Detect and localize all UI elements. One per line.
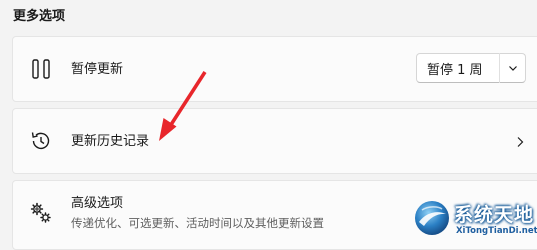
chevron-down-icon[interactable]: [500, 62, 525, 74]
chevron-right-icon: [513, 134, 527, 148]
watermark-title: 系统天地: [454, 204, 535, 226]
advanced-options-description: 传递优化、可选更新、活动时间以及其他更新设置: [71, 216, 324, 230]
pause-duration-dropdown[interactable]: 暂停 1 周: [416, 53, 526, 83]
gears-icon: [29, 201, 53, 225]
pause-duration-value: 暂停 1 周: [427, 62, 483, 78]
advanced-options-title: 高级选项: [71, 196, 124, 211]
pause-updates-card: 暂停更新 暂停 1 周: [12, 36, 537, 102]
watermark-url: XiTongTianDi.net: [456, 226, 537, 236]
update-history-card[interactable]: 更新历史记录: [12, 108, 537, 174]
pause-icon: [29, 57, 53, 81]
history-icon: [29, 129, 53, 153]
watermark-logo-icon: [412, 198, 452, 238]
update-history-title: 更新历史记录: [71, 134, 150, 149]
pause-updates-title: 暂停更新: [71, 62, 124, 77]
section-heading: 更多选项: [13, 9, 66, 24]
watermark: 系统天地 XiTongTianDi.net: [412, 196, 537, 244]
